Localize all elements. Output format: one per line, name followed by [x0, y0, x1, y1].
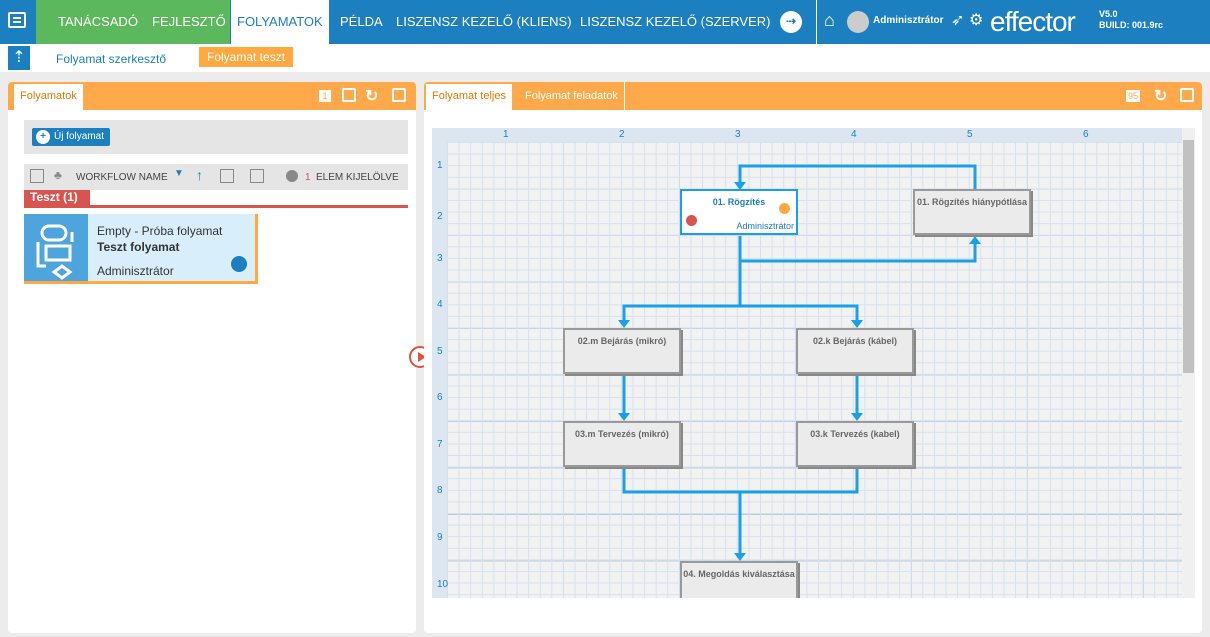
scrollbar-thumb[interactable]	[1183, 140, 1194, 373]
selected-label: ELEM KIJELÖLVE	[316, 172, 399, 183]
group-header[interactable]: Teszt (1)	[24, 190, 408, 208]
effector-logo: effector	[990, 6, 1076, 37]
node-title: 01. Rögzítés hiánypótlása	[916, 197, 1028, 207]
card-view-icon[interactable]	[30, 169, 44, 183]
user-name[interactable]: Adminisztrátor	[873, 15, 944, 26]
grid-view-icon[interactable]	[342, 88, 356, 102]
gear-icon[interactable]: ⚙	[969, 10, 983, 30]
copy-icon[interactable]	[220, 169, 234, 183]
version-label: V5.0	[1099, 9, 1118, 19]
new-workflow-bar: Új folyamat	[24, 120, 408, 154]
new-workflow-button[interactable]: Új folyamat	[32, 128, 111, 146]
left-panel-header: Folyamatok 1 ↻	[8, 82, 416, 110]
zoom-badge: 95	[1126, 90, 1141, 102]
node-title: 02.k Bejárás (kábel)	[812, 336, 898, 346]
node-tervezes-mikro[interactable]: 03.m Tervezés (mikró)	[563, 421, 681, 467]
nav-liszensz-szerver[interactable]: LISZENSZ KEZELŐ (SZERVER)	[580, 14, 770, 29]
refresh-icon[interactable]: ↻	[365, 86, 378, 106]
refresh-icon[interactable]: ↻	[1154, 86, 1167, 106]
tab-folyamat-teljes[interactable]: Folyamat teljes	[426, 84, 512, 110]
workflow-icon	[24, 214, 88, 281]
info-icon	[286, 170, 298, 182]
card-subtitle: Empty - Próba folyamat	[97, 224, 223, 238]
nav-folyamatok[interactable]: FOLYAMATOK	[231, 0, 329, 44]
right-panel-header: Folyamat teljes Folyamat feladatok 95 ↻	[424, 82, 1202, 110]
top-navigation-bar: TANÁCSADÓ FEJLESZTŐ FOLYAMATOK PÉLDA LIS…	[0, 0, 1210, 44]
selected-count: 1	[305, 172, 311, 183]
warning-icon	[686, 215, 697, 226]
group-icon[interactable]: ♣	[54, 168, 62, 182]
sort-asc-icon[interactable]: ↑	[196, 167, 203, 183]
edit-icon[interactable]	[779, 203, 790, 214]
node-title: 03.k Tervezés (kabel)	[810, 429, 900, 439]
node-bejaras-kabel[interactable]: 02.k Bejárás (kábel)	[796, 328, 914, 374]
build-label: BUILD: 001.9rc	[1099, 20, 1164, 30]
group-label: Teszt (1)	[24, 190, 90, 205]
node-title: 01. Rögzítés	[712, 197, 766, 207]
card-title: Teszt folyamat	[97, 240, 180, 254]
edit-icon[interactable]	[231, 256, 247, 272]
subnav-folyamat-szerkeszto[interactable]: Folyamat szerkesztő	[56, 52, 166, 66]
more-icon[interactable]: ⇢	[780, 11, 802, 33]
sub-navigation-bar	[0, 44, 1210, 72]
nav-pelda[interactable]: PÉLDA	[340, 14, 383, 29]
node-tervezes-kabel[interactable]: 03.k Tervezés (kabel)	[796, 421, 914, 467]
dropdown-icon[interactable]: ▼	[174, 168, 184, 179]
home-icon[interactable]: ⌂	[824, 10, 835, 31]
workflow-card[interactable]: Empty - Próba folyamat Teszt folyamat Ad…	[24, 214, 258, 284]
count-badge: 1	[319, 90, 331, 102]
list-toolbar: ♣ WORKFLOW NAME ▼ ↑ 1 ELEM KIJELÖLVE	[24, 164, 408, 190]
tab-folyamat-feladatok[interactable]: Folyamat feladatok	[519, 82, 625, 110]
columns-icon[interactable]	[250, 169, 264, 183]
node-title: 04. Megoldás kiválasztása	[683, 569, 795, 579]
card-owner: Adminisztrátor	[97, 264, 174, 278]
workflow-canvas[interactable]: 1 2 3 4 5 6 1 2 3 4 5 6 7 8 9 10 01. Rög…	[432, 128, 1195, 598]
node-rogzites[interactable]: 01. Rögzítés Adminisztrátor	[680, 189, 798, 235]
tab-folyamatok[interactable]: Folyamatok	[14, 84, 83, 110]
sort-field[interactable]: WORKFLOW NAME	[76, 172, 168, 183]
node-title: 02.m Bejárás (mikró)	[577, 336, 667, 346]
avatar[interactable]	[847, 11, 869, 33]
nav-tanacsado[interactable]: TANÁCSADÓ	[58, 14, 138, 29]
external-icon[interactable]	[1180, 88, 1194, 102]
vertical-scrollbar[interactable]	[1182, 128, 1195, 598]
node-megoldas-kivalasztasa[interactable]: 04. Megoldás kiválasztása	[680, 561, 798, 598]
node-owner: Adminisztrátor	[736, 221, 794, 231]
node-bejaras-mikro[interactable]: 02.m Bejárás (mikró)	[563, 328, 681, 374]
nav-liszensz-kliens[interactable]: LISZENSZ KEZELŐ (KLIENS)	[396, 14, 572, 29]
subnav-folyamat-teszt[interactable]: Folyamat teszt	[199, 47, 294, 67]
divider	[816, 0, 817, 44]
rocket-icon[interactable]: ➶	[951, 10, 964, 30]
node-title: 03.m Tervezés (mikró)	[575, 429, 669, 439]
nav-fejleszto[interactable]: FEJLESZTŐ	[152, 14, 226, 29]
node-rogzites-hianypotlasa[interactable]: 01. Rögzítés hiánypótlása	[913, 189, 1031, 235]
menu-icon[interactable]	[8, 12, 26, 28]
external-icon[interactable]	[392, 88, 406, 102]
collapse-up-icon[interactable]: ⇡	[8, 46, 30, 70]
